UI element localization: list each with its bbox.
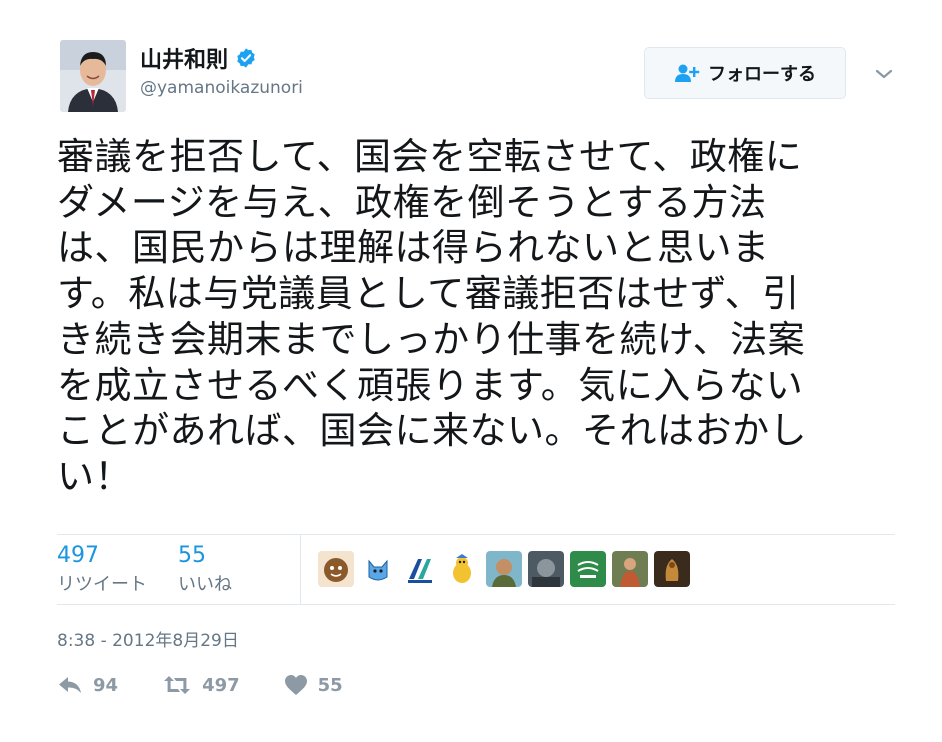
add-user-icon [675, 64, 700, 82]
liker-avatar[interactable] [318, 551, 354, 587]
retweet-icon [164, 676, 191, 694]
tweet-text: 審議を拒否して、国会を空転させて、政権に ダメージを与え、政権を倒そうとする方法… [57, 135, 807, 498]
tweet-actions: 94 497 55 [57, 674, 387, 696]
chevron-down-icon[interactable] [874, 66, 894, 80]
reply-count: 94 [93, 674, 119, 696]
liker-avatar[interactable] [654, 551, 690, 587]
follow-button[interactable]: フォローする [644, 47, 846, 99]
tweet-timestamp[interactable]: 8:38 - 2012年8月29日 [57, 626, 239, 651]
like-button[interactable]: 55 [284, 674, 343, 696]
liker-avatar[interactable] [528, 551, 564, 587]
retweet-button[interactable]: 497 [162, 675, 240, 696]
verified-badge-icon [235, 47, 257, 69]
liker-avatars [318, 551, 690, 587]
retweet-stat[interactable]: 497 リツイート [57, 543, 147, 596]
like-count: 55 [178, 543, 206, 568]
like-label: いいね [178, 574, 232, 595]
retweet-count: 497 [57, 543, 99, 568]
liker-avatar[interactable] [360, 551, 396, 587]
avatar[interactable] [60, 40, 126, 112]
heart-icon [284, 675, 307, 695]
divider [57, 534, 895, 535]
reply-button[interactable]: 94 [57, 675, 118, 696]
user-handle[interactable]: @yamanoikazunori [140, 78, 303, 98]
liker-avatar[interactable] [570, 551, 606, 587]
retweet-label: リツイート [57, 574, 147, 595]
reply-icon [59, 677, 81, 693]
liker-avatar[interactable] [402, 551, 438, 587]
retweet-action-count: 497 [202, 674, 240, 696]
like-action-count: 55 [317, 674, 343, 696]
liker-avatar[interactable] [486, 551, 522, 587]
divider [57, 604, 895, 605]
liker-avatar[interactable] [444, 551, 480, 587]
display-name[interactable]: 山井和則 [140, 42, 228, 74]
liker-avatar[interactable] [612, 551, 648, 587]
like-stat[interactable]: 55 いいね [178, 543, 232, 596]
user-name-row[interactable]: 山井和則 [140, 42, 257, 74]
follow-button-label: フォローする [708, 64, 816, 85]
stats-divider [300, 535, 301, 604]
